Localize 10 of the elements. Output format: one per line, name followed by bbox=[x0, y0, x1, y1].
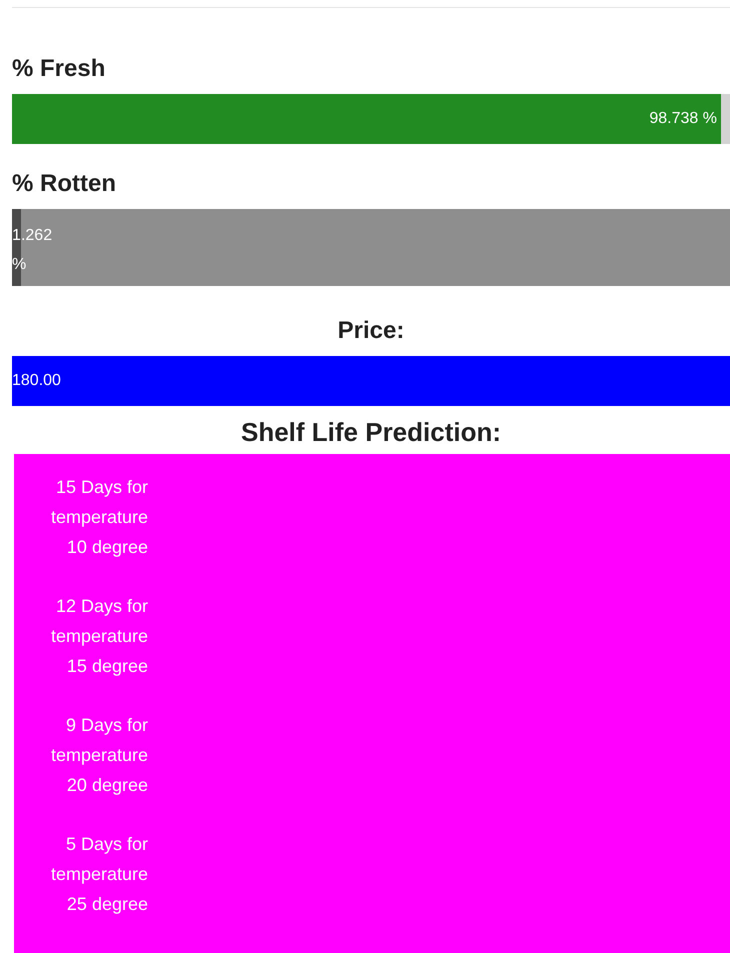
progress-reading: 98.738 % bbox=[649, 109, 718, 129]
shelf-life-text: 12 Days for temperature 15 degree bbox=[50, 595, 148, 678]
shelf-life-text: 15 Days for temperature 10 degree bbox=[50, 476, 148, 559]
price-value: 180.00 bbox=[12, 371, 61, 391]
section-heading: Price: bbox=[338, 316, 404, 346]
section-heading: Shelf Life Prediction: bbox=[240, 416, 502, 448]
shelf-life-text: 5 Days for temperature 25 degree bbox=[50, 833, 148, 916]
section-heading: % Rotten bbox=[12, 169, 116, 199]
section-heading: % Fresh bbox=[12, 54, 106, 84]
shelf-life-text: 9 Days for temperature 20 degree bbox=[50, 714, 148, 797]
